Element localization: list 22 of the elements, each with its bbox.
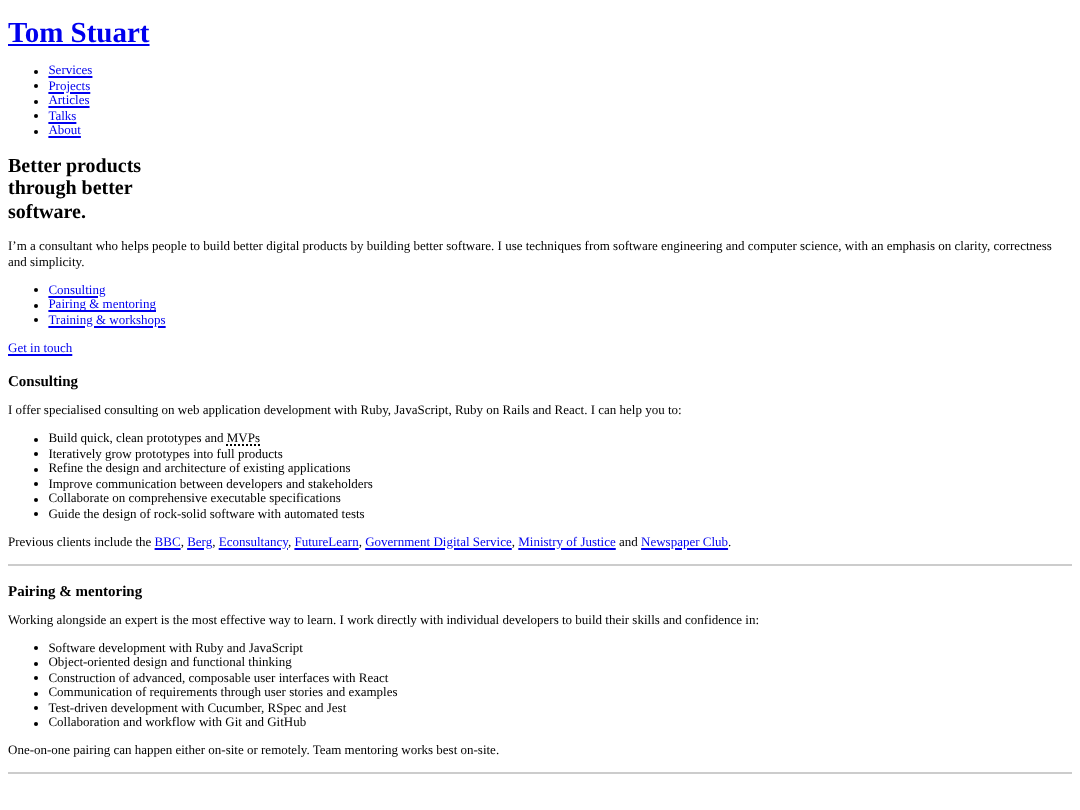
bullet-icon [34,482,39,487]
bullet-icon [34,288,39,293]
bullet-icon [34,467,39,472]
bullet-icon [34,691,39,696]
bullet-icon [34,721,39,726]
bullet-icon [34,661,39,666]
bullet-icon [34,318,39,323]
bullet-icon [34,497,39,502]
bullet-icon [34,114,39,119]
bullet-icon [34,303,39,308]
bullet-icon [34,646,39,651]
bullet-icon [34,512,39,517]
bullet-icon [34,676,39,681]
bullet-icon [34,84,39,89]
tagline: Better products through better software. [8,155,144,224]
bullet-icon [34,437,39,442]
site-title[interactable]: Tom Stuart [8,18,150,52]
bullet-icon [34,706,39,711]
bullet-icon [34,99,39,104]
bullet-icon [34,452,39,457]
bullet-icon [34,69,39,74]
bullet-icon [34,129,39,134]
